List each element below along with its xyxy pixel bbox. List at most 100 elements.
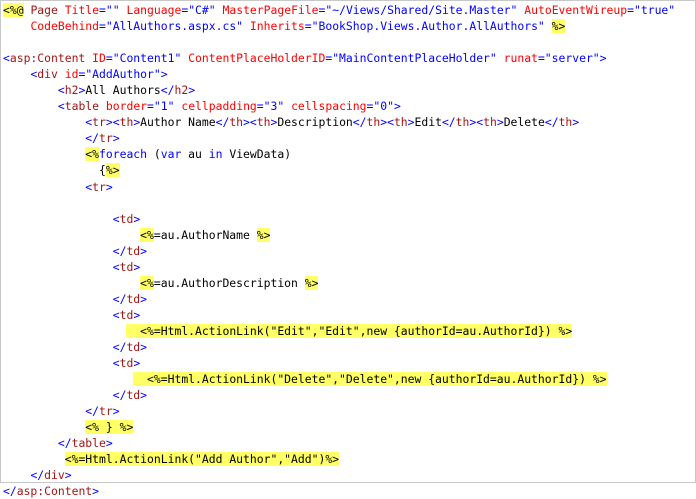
code-token: Language bbox=[126, 3, 182, 17]
code-line: <td> bbox=[3, 355, 695, 371]
code-token: > bbox=[133, 211, 141, 226]
code-token: < bbox=[112, 259, 120, 274]
code-line: <tr> bbox=[3, 179, 695, 195]
code-token: < bbox=[112, 356, 120, 371]
code-token: "AllAuthors.aspx.cs" bbox=[105, 19, 244, 34]
code-token: </ bbox=[112, 388, 127, 403]
code-line: </td> bbox=[3, 243, 695, 259]
code-token: </ bbox=[352, 115, 367, 130]
code-token: > bbox=[407, 115, 415, 130]
code-token: > bbox=[188, 83, 196, 98]
code-token: = bbox=[99, 3, 106, 17]
code-token: > bbox=[92, 484, 100, 499]
code-token: = bbox=[256, 99, 264, 114]
code-token: th bbox=[455, 115, 470, 130]
code-line: <%=Html.ActionLink("Delete","Delete",new… bbox=[3, 371, 695, 387]
code-token: th bbox=[558, 115, 573, 130]
code-token: > bbox=[105, 436, 113, 451]
code-token: =au.AuthorDescription bbox=[153, 275, 305, 290]
code-line: <% } %> bbox=[3, 419, 695, 435]
code-token: h2 bbox=[64, 83, 79, 98]
code-token: tr bbox=[99, 404, 113, 419]
code-token: All Authors bbox=[85, 83, 161, 98]
code-token: tr bbox=[99, 131, 113, 146]
code-token: >< bbox=[469, 115, 484, 130]
code-token: th bbox=[119, 115, 134, 130]
code-token: <%=Html.ActionLink("Edit","Edit",new {au… bbox=[126, 323, 573, 338]
code-token: table bbox=[64, 99, 100, 114]
code-token: tr bbox=[92, 115, 106, 130]
code-token: th bbox=[366, 115, 381, 130]
code-token: au bbox=[181, 147, 209, 162]
code-token: > bbox=[572, 115, 580, 130]
code-token: th bbox=[483, 115, 497, 130]
code-line: <%=au.AuthorDescription %> bbox=[3, 275, 695, 291]
code-token: Delete bbox=[503, 115, 545, 130]
code-token: <%=Html.ActionLink("Add Author","Add")%> bbox=[64, 452, 340, 467]
code-line: </tr> bbox=[3, 403, 695, 419]
code-line: <div id="AddAuthor"> bbox=[3, 66, 695, 82]
code-token: < bbox=[3, 51, 10, 66]
code-token: =au.AuthorName bbox=[153, 227, 257, 242]
code-token: </ bbox=[215, 115, 230, 130]
code-token: ID bbox=[92, 51, 106, 66]
code-token: "" bbox=[105, 3, 120, 17]
code-line: <%@ Page Title="" Language="C#" MasterPa… bbox=[3, 2, 695, 18]
code-line: <table border="1" cellpadding="3" cellsp… bbox=[3, 98, 695, 114]
code-line: <%=au.AuthorName %> bbox=[3, 227, 695, 243]
code-editor[interactable]: <%@ Page Title="" Language="C#" MasterPa… bbox=[0, 0, 696, 498]
code-token: > bbox=[393, 99, 401, 114]
code-token: > bbox=[133, 259, 141, 274]
code-token: = bbox=[147, 99, 154, 114]
code-lines: <%@ Page Title="" Language="C#" MasterPa… bbox=[3, 2, 695, 499]
code-token: <% } %> bbox=[85, 420, 134, 435]
code-line: </tr> bbox=[3, 130, 695, 146]
code-token: td bbox=[119, 356, 134, 371]
code-token: Edit bbox=[414, 115, 442, 130]
code-token: var bbox=[160, 147, 182, 162]
code-token: = bbox=[105, 51, 113, 66]
code-token: ContentPlaceHolderID bbox=[188, 51, 326, 66]
code-token: "0" bbox=[373, 99, 394, 114]
code-token: </ bbox=[85, 404, 100, 419]
code-token: > bbox=[133, 356, 141, 371]
code-token: %> bbox=[304, 275, 319, 290]
code-token: > bbox=[112, 404, 120, 419]
code-token: > bbox=[140, 243, 148, 258]
code-token: "true" bbox=[634, 3, 676, 17]
code-token: > bbox=[140, 339, 148, 354]
code-token: div bbox=[37, 67, 58, 82]
code-token: > bbox=[496, 115, 504, 130]
code-line: <%foreach (var au in ViewData) bbox=[3, 146, 695, 162]
code-token: >< bbox=[243, 115, 257, 130]
code-token: > bbox=[160, 67, 168, 82]
code-token: </ bbox=[112, 243, 127, 258]
code-token: h2 bbox=[174, 83, 189, 98]
code-line: </table> bbox=[3, 435, 695, 451]
code-token: cellpadding bbox=[181, 99, 257, 114]
code-token: asp:Content bbox=[16, 484, 93, 499]
code-token: %> bbox=[105, 163, 120, 178]
code-token: div bbox=[44, 468, 65, 483]
code-token: Author Name bbox=[140, 115, 216, 130]
code-token: >< bbox=[105, 115, 120, 130]
code-line: <td> bbox=[3, 211, 695, 227]
code-token: </ bbox=[112, 339, 127, 354]
code-token: = bbox=[304, 19, 312, 34]
code-token: foreach bbox=[99, 147, 148, 162]
code-line: </asp:Content> bbox=[3, 483, 695, 499]
code-line: </td> bbox=[3, 291, 695, 307]
code-token: Title bbox=[64, 3, 100, 17]
